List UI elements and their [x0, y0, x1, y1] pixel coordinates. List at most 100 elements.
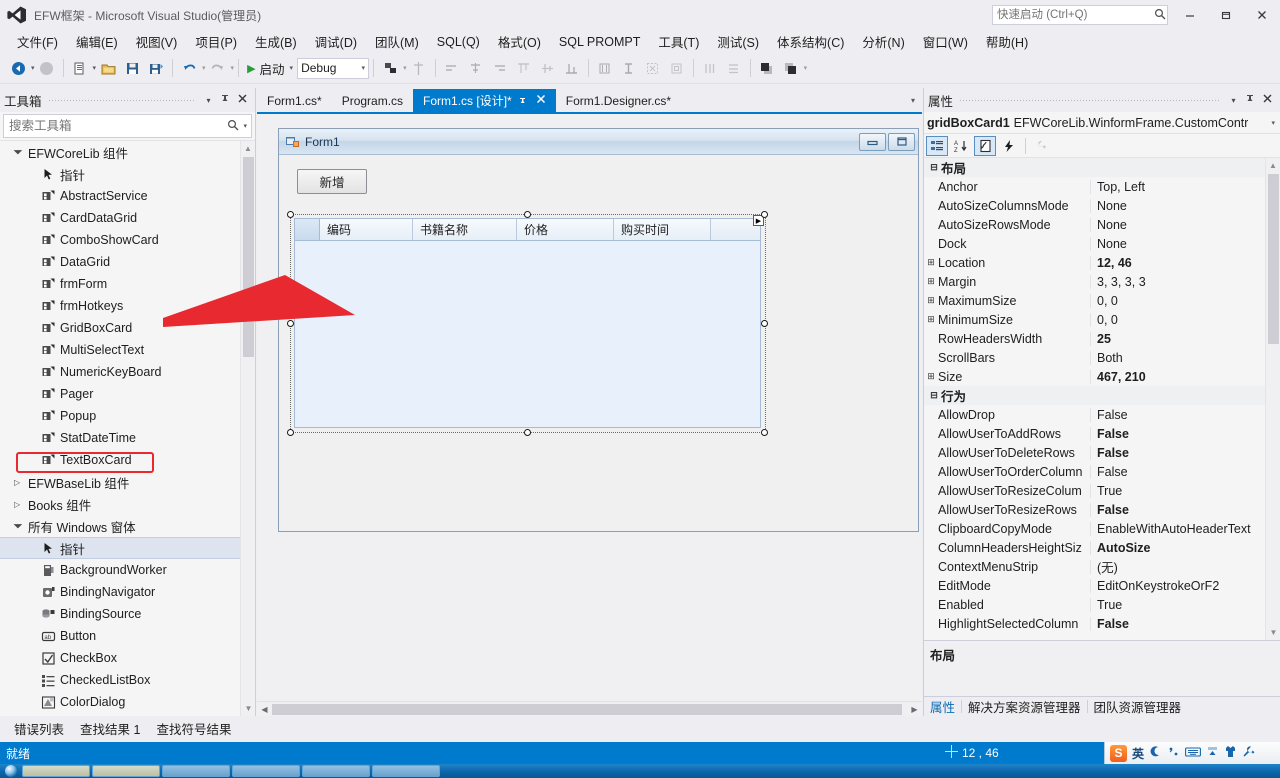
taskbar-item[interactable] [372, 765, 440, 777]
property-value[interactable]: None [1091, 218, 1280, 232]
menu-item-5[interactable]: 调试(D) [306, 29, 366, 54]
resize-handle-top-center[interactable] [524, 211, 531, 218]
menu-item-11[interactable]: 测试(S) [708, 29, 768, 54]
toolbox-search-box[interactable]: ▾ [3, 114, 252, 138]
bottom-tab-1[interactable]: 查找结果 1 [72, 716, 148, 741]
close-icon[interactable] [1259, 93, 1276, 107]
property-value[interactable]: EnableWithAutoHeaderText [1091, 522, 1280, 536]
chevron-down-icon[interactable]: ▾ [200, 96, 217, 105]
save-icon[interactable] [121, 57, 143, 79]
expander-open-icon[interactable]: ◢ [13, 144, 29, 160]
property-value[interactable]: 12, 46 [1091, 256, 1280, 270]
resize-handle-middle-left[interactable] [287, 320, 294, 327]
property-value[interactable]: False [1091, 408, 1280, 422]
menu-item-3[interactable]: 项目(P) [186, 29, 246, 54]
start-caret-icon[interactable]: ▾ [290, 64, 294, 72]
properties-grid[interactable]: ⊟ 布局 Anchor Top, Left AutoSizeColumnsMode Non… [924, 158, 1280, 640]
properties-tab-1[interactable]: 解决方案资源管理器 [962, 697, 1087, 716]
menu-item-6[interactable]: 团队(M) [366, 29, 428, 54]
property-value[interactable]: None [1091, 237, 1280, 251]
toolbox-item-abstractservice[interactable]: AbstractService [0, 185, 255, 207]
document-tab-0[interactable]: Form1.cs* [257, 89, 332, 112]
toolbox-item-checkedlistbox[interactable]: CheckedListBox [0, 669, 255, 691]
grid-rows-area[interactable] [295, 241, 760, 427]
events-lightning-icon[interactable] [998, 136, 1020, 156]
undo-caret-icon[interactable]: ▾ [202, 64, 206, 72]
property-row[interactable]: ⊞ MaximumSize 0, 0 [924, 291, 1280, 310]
gridboxcard-selection[interactable]: 编码 书籍名称 价格 购买时间 ▶ [287, 211, 768, 436]
skin-shirt-icon[interactable] [1224, 745, 1237, 761]
scroll-right-icon[interactable]: ▶ [907, 705, 922, 714]
scrollbar-thumb[interactable] [272, 703, 902, 715]
toolbox-item--[interactable]: 指针 [0, 537, 255, 559]
toolbox-search-input[interactable] [4, 118, 224, 134]
form-designer-surface[interactable]: Form1 新增 编码 书籍名称 价格 购买时间 ▶ ◀ ▶ [257, 114, 922, 716]
toolbox-group-2[interactable]: ▷ Books 组件 [0, 493, 255, 515]
grid-column-header-1[interactable]: 书籍名称 [413, 219, 517, 240]
taskbar-item[interactable] [162, 765, 230, 777]
properties-tab-2[interactable]: 团队资源管理器 [1088, 697, 1188, 716]
scrollbar-thumb[interactable] [1268, 174, 1279, 344]
property-row[interactable]: ⊞ Margin 3, 3, 3, 3 [924, 272, 1280, 291]
toolbox-item-statdatetime[interactable]: StatDateTime [0, 427, 255, 449]
categorized-icon[interactable] [926, 135, 948, 156]
properties-tab-0[interactable]: 属性 [924, 697, 961, 716]
expand-icon[interactable]: ⊞ [924, 314, 938, 325]
pin-icon[interactable] [519, 94, 529, 107]
send-to-back-icon[interactable] [780, 57, 802, 79]
moon-icon[interactable] [1149, 745, 1162, 761]
property-category-0[interactable]: ⊟ 布局 [924, 158, 1280, 177]
menu-item-4[interactable]: 生成(B) [246, 29, 306, 54]
toolbox-item-popup[interactable]: Popup [0, 405, 255, 427]
menu-item-9[interactable]: SQL PROMPT [550, 32, 650, 52]
toolbox-item-button[interactable]: ab Button [0, 625, 255, 647]
add-new-button[interactable]: 新增 [297, 169, 367, 194]
property-value[interactable]: False [1091, 465, 1280, 479]
grid-column-header-3[interactable]: 购买时间 [614, 219, 711, 240]
toolbox-group-0[interactable]: ◢ EFWCoreLib 组件 [0, 141, 255, 163]
resize-handle-bottom-center[interactable] [524, 429, 531, 436]
toolbox-item-gridboxcard[interactable]: GridBoxCard [0, 317, 255, 339]
navigate-back-icon[interactable] [7, 57, 29, 79]
toolbox-item-bindingsource[interactable]: BindingSource [0, 603, 255, 625]
property-row[interactable]: AllowUserToResizeColum True [924, 481, 1280, 500]
scroll-down-icon[interactable]: ▼ [1266, 625, 1280, 640]
taskbar-item[interactable] [232, 765, 300, 777]
resize-handle-bottom-left[interactable] [287, 429, 294, 436]
resize-handle-top-right[interactable] [761, 211, 768, 218]
property-value[interactable]: 0, 0 [1091, 313, 1280, 327]
menu-item-15[interactable]: 帮助(H) [977, 29, 1037, 54]
property-value[interactable]: Top, Left [1091, 180, 1280, 194]
menu-item-0[interactable]: 文件(F) [8, 29, 67, 54]
expand-icon[interactable]: ⊞ [924, 257, 938, 268]
property-row[interactable]: AllowDrop False [924, 405, 1280, 424]
tab-order-icon[interactable] [379, 57, 401, 79]
property-row[interactable]: AllowUserToAddRows False [924, 424, 1280, 443]
property-value[interactable]: False [1091, 503, 1280, 517]
sogou-logo-icon[interactable]: S [1110, 744, 1127, 762]
toolbox-group-1[interactable]: ▷ EFWBaseLib 组件 [0, 471, 255, 493]
property-value[interactable]: Both [1091, 351, 1280, 365]
property-row[interactable]: HighlightSelectedColumn False [924, 614, 1280, 633]
property-value[interactable]: (无) [1091, 557, 1280, 576]
open-folder-icon[interactable] [97, 57, 119, 79]
solution-configuration-combo[interactable]: Debug ▾ [297, 57, 370, 79]
tab-order-caret-icon[interactable]: ▾ [403, 64, 407, 72]
expand-icon[interactable]: ⊞ [924, 276, 938, 287]
toolbox-item-carddatagrid[interactable]: CardDataGrid [0, 207, 255, 229]
quick-launch-input[interactable] [993, 6, 1153, 24]
toolbox-group-3[interactable]: ◢ 所有 Windows 窗体 [0, 515, 255, 537]
undo-icon[interactable] [178, 57, 200, 79]
collapse-icon[interactable]: ⊟ [927, 162, 941, 173]
properties-scrollbar[interactable]: ▲ ▼ [1265, 158, 1280, 640]
scroll-down-icon[interactable]: ▼ [241, 701, 255, 716]
redo-caret-icon[interactable]: ▾ [231, 64, 235, 72]
property-value[interactable]: False [1091, 427, 1280, 441]
toolbox-item-numerickeyboard[interactable]: NumericKeyBoard [0, 361, 255, 383]
bring-to-front-icon[interactable] [756, 57, 778, 79]
menu-item-14[interactable]: 窗口(W) [914, 29, 977, 54]
form-maximize-button[interactable] [888, 132, 915, 151]
navigate-back-caret-icon[interactable]: ▾ [31, 64, 35, 72]
resize-handle-middle-right[interactable] [761, 320, 768, 327]
taskbar-item[interactable] [92, 765, 160, 777]
